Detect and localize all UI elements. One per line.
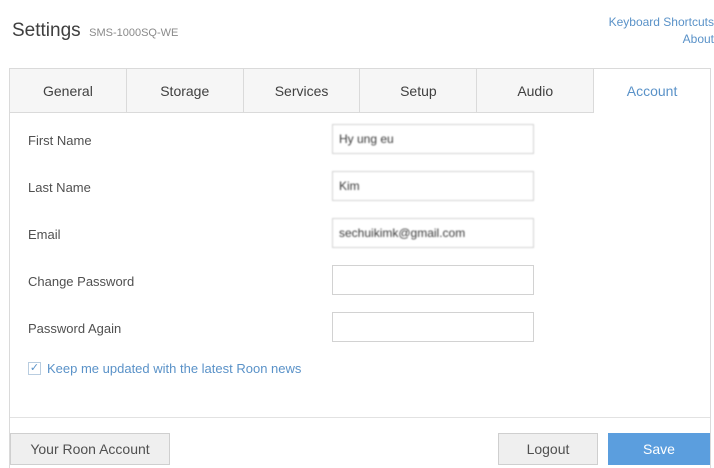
newsletter-label: Keep me updated with the latest Roon new… — [47, 361, 302, 376]
your-roon-account-button[interactable]: Your Roon Account — [10, 433, 170, 465]
page-header: Settings SMS-1000SQ-WE — [12, 20, 178, 42]
newsletter-option[interactable]: ✓ Keep me updated with the latest Roon n… — [28, 361, 301, 376]
change-password-label: Change Password — [28, 274, 135, 289]
change-password-field[interactable] — [332, 265, 534, 295]
first-name-field[interactable] — [332, 124, 534, 154]
about-link[interactable]: About — [609, 31, 714, 48]
first-name-row: First Name — [10, 121, 710, 161]
logout-button[interactable]: Logout — [498, 433, 598, 465]
tab-storage[interactable]: Storage — [126, 69, 244, 113]
keyboard-shortcuts-link[interactable]: Keyboard Shortcuts — [609, 14, 714, 31]
tab-services[interactable]: Services — [243, 69, 361, 113]
password-again-field[interactable] — [332, 312, 534, 342]
settings-panel: General Storage Services Setup Audio Acc… — [9, 68, 711, 468]
newsletter-checkbox[interactable]: ✓ — [28, 362, 41, 375]
save-button[interactable]: Save — [608, 433, 710, 465]
first-name-label: First Name — [28, 133, 92, 148]
top-links: Keyboard Shortcuts About — [609, 14, 714, 48]
last-name-label: Last Name — [28, 180, 91, 195]
email-field[interactable] — [332, 218, 534, 248]
last-name-field[interactable] — [332, 171, 534, 201]
tab-general[interactable]: General — [10, 69, 127, 113]
tab-setup[interactable]: Setup — [360, 69, 478, 113]
settings-tabs: General Storage Services Setup Audio Acc… — [10, 69, 710, 113]
email-row: Email — [10, 215, 710, 255]
footer-divider — [10, 417, 710, 418]
device-name: SMS-1000SQ-WE — [89, 27, 179, 39]
password-again-row: Password Again — [10, 309, 710, 349]
email-label: Email — [28, 227, 61, 242]
password-again-label: Password Again — [28, 321, 122, 336]
tab-account[interactable]: Account — [594, 69, 710, 113]
last-name-row: Last Name — [10, 168, 710, 208]
tab-audio[interactable]: Audio — [477, 69, 595, 113]
page-title: Settings — [12, 20, 81, 41]
change-password-row: Change Password — [10, 262, 710, 302]
